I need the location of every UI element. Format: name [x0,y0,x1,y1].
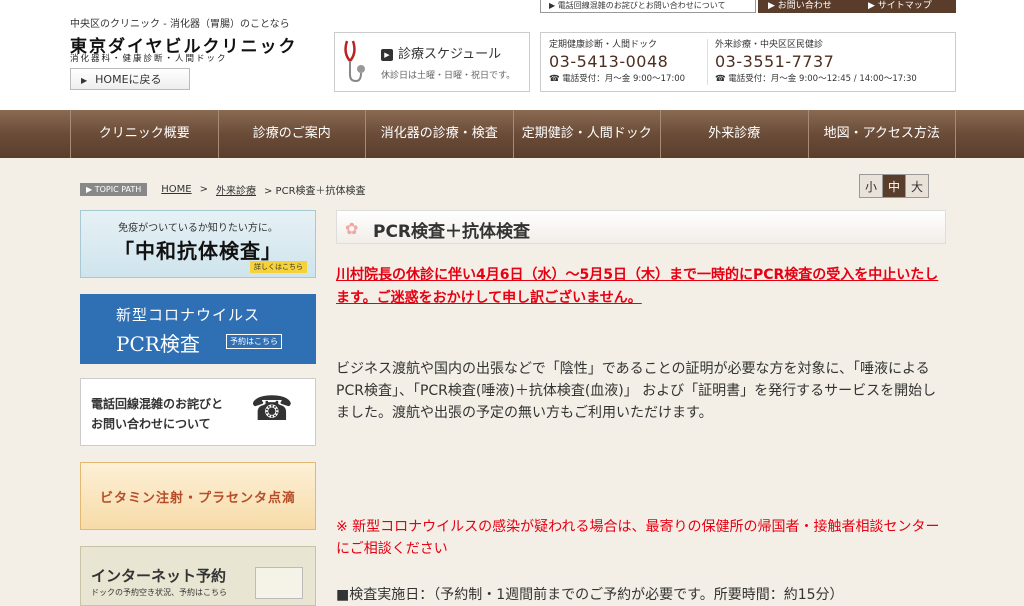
nav-checkup[interactable]: 定期健診・人間ドック [514,110,661,158]
phone-number[interactable]: 03-5413-0048 [549,52,685,71]
phone-box: 定期健康診断・人間ドック 03-5413-0048 ☎ 電話受付：月～金 9:0… [540,32,956,92]
tagline: 中央区のクリニック - 消化器（胃腸）のことなら [70,19,290,30]
banner-more: 予約はこちら [226,334,282,349]
schedule-button[interactable]: ▶ 診療スケジュール 休診日は土曜・日曜・祝日です。 [334,32,530,92]
phone-label: 定期健康診断・人間ドック [549,40,658,50]
phone-hours: ☎ 電話受付：月～金 9:00～17:00 [549,74,686,84]
banner-text: ドックの予約空き状況、予約はこちら [91,588,227,597]
test-date-info: ■検査実施日：（予約制・1週間前までのご予約が必要です。所要時間：約15分） [336,587,844,603]
font-size-medium[interactable]: 中 [882,174,906,198]
flower-icon: ✿ [345,219,359,238]
vitamin-banner[interactable]: ビタミン注射・プラセンタ点滴 [80,462,316,530]
breadcrumb-current: > PCR検査＋抗体検査 [264,185,366,197]
clinic-logo-subtitle: 消化器科・健康診断・人間ドック [70,54,228,64]
contact-link[interactable]: ▶ お問い合わせ [758,0,858,13]
breadcrumb: ▶ TOPIC PATH HOME > 外来診療 > PCR検査＋抗体検査 [80,182,368,197]
schedule-title: 診療スケジュール [398,47,502,62]
phone-hours: ☎ 電話受付：月～金 9:00～12:45 / 14:00～17:30 [715,74,917,84]
topic-path-tag: ▶ TOPIC PATH [80,182,148,196]
nav-outpatient[interactable]: 外来診療 [661,110,809,158]
banner-title: PCR検査 [116,332,200,356]
banner-text: 新型コロナウイルス [116,306,261,324]
home-button-label: HOMEに戻る [95,73,162,86]
phone-outpatient: 外来診療・中央区区民健診 03-3551-7737 ☎ 電話受付：月～金 9:0… [715,37,917,84]
nav-digestive[interactable]: 消化器の診療・検査 [366,110,514,158]
banner-text: 電話回線混雑のお詫びと [91,397,224,411]
phone-checkup: 定期健康診断・人間ドック 03-5413-0048 ☎ 電話受付：月～金 9:0… [549,37,685,84]
banner-more: 詳しくはこちら [250,261,307,273]
site-header: 中央区のクリニック - 消化器（胃腸）のことなら 東京ダイヤビルクリニック 消化… [0,0,1024,110]
banner-title: インターネット予約 [91,567,227,585]
phone-number[interactable]: 03-3551-7737 [715,52,917,71]
nav-clinic-overview[interactable]: クリニック概要 [70,110,219,158]
service-description: ビジネス渡航や国内の出張などで「陰性」であることの証明が必要な方を対象に、「唾液… [336,361,937,421]
play-icon: ▶ [381,49,393,61]
font-size-small[interactable]: 小 [859,174,883,198]
font-size-large[interactable]: 大 [905,174,929,198]
phone-notice-link[interactable]: ▶ 電話回線混雑のお詫びとお問い合わせについて [540,0,756,13]
home-button[interactable]: ▶ HOMEに戻る [70,68,190,90]
divider [707,39,708,85]
nav-access[interactable]: 地図・アクセス方法 [809,110,956,158]
banner-text: 免疫がついているか知りたい方に。 [118,223,278,234]
breadcrumb-outpatient[interactable]: 外来診療 [216,182,256,197]
suspension-notice: 川村院長の休診に伴い4月6日（水）～5月5日（木）まで一時的にPCR検査の受入を… [336,267,939,306]
play-icon: ▶ [81,76,88,85]
banner-title: 「中和抗体検査」 [114,239,282,263]
internet-booking-banner[interactable]: インターネット予約 ドックの予約空き状況、予約はこちら [80,546,316,606]
phone-icon: ☎ [250,389,293,429]
banner-text: お問い合わせについて [91,417,211,431]
banner-title: ビタミン注射・プラセンタ点滴 [99,491,296,506]
main-nav: クリニック概要 診療のご案内 消化器の診療・検査 定期健診・人間ドック 外来診療… [0,110,1024,158]
page-title-box: ✿ PCR検査＋抗体検査 [336,210,946,244]
font-size-switcher: 小 中 大 [859,174,929,198]
computer-icon [255,567,303,599]
schedule-note: 休診日は土曜・日曜・祝日です。 [381,71,516,81]
nav-guide[interactable]: 診療のご案内 [219,110,366,158]
pcr-test-banner[interactable]: 新型コロナウイルス PCR検査 予約はこちら [80,294,316,364]
sitemap-link[interactable]: ▶ サイトマップ [858,0,956,13]
covid-warning: ※ 新型コロナウイルスの感染が疑われる場合は、最寄りの保健所の帰国者・接触者相談… [336,519,940,557]
antibody-test-banner[interactable]: 免疫がついているか知りたい方に。 「中和抗体検査」 詳しくはこちら [80,210,316,278]
breadcrumb-home[interactable]: HOME [161,184,191,195]
phone-notice-banner[interactable]: 電話回線混雑のお詫びと お問い合わせについて ☎ [80,378,316,446]
phone-label: 外来診療・中央区区民健診 [715,40,824,50]
stethoscope-icon [344,40,365,83]
breadcrumb-separator: > [199,183,208,195]
page-title: PCR検査＋抗体検査 [373,222,531,242]
